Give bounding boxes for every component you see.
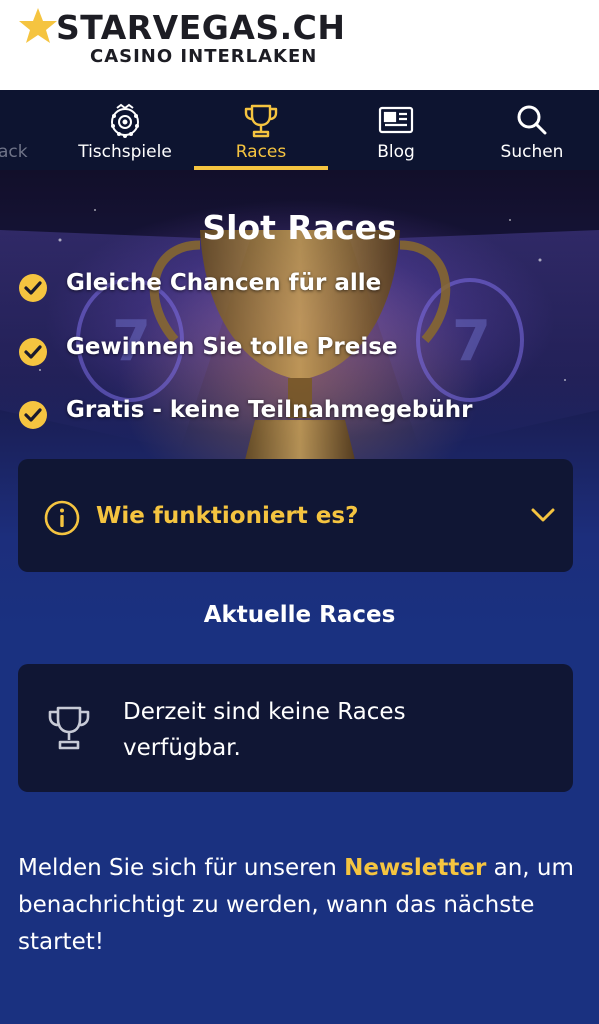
nav-item-label: Blog <box>377 142 415 162</box>
newspaper-icon <box>378 106 414 134</box>
search-icon <box>517 105 547 135</box>
current-races-title: Aktuelle Races <box>203 602 396 628</box>
checkmark-icon <box>19 274 47 302</box>
nav-item-label: Races <box>235 142 287 162</box>
brand-name: STARVEGAS.CH <box>56 8 346 47</box>
brand-subtitle: CASINO INTERLAKEN <box>90 46 318 67</box>
nav-item-races[interactable]: Races <box>194 90 328 170</box>
newsletter-text-before: Melden Sie sich für unseren <box>18 855 345 881</box>
empty-state-message: Derzeit sind keine Races verfügbar. <box>123 699 406 761</box>
feature-text: Gratis - keine Teilnahmegebühr <box>66 397 473 423</box>
feature-text: Gewinnen Sie tolle Preise <box>66 334 398 360</box>
nav-item-blog[interactable]: Blog <box>329 90 463 170</box>
top-header: STARVEGAS.CH CASINO INTERLAKEN <box>0 0 599 90</box>
hero-title: Slot Races <box>202 208 397 247</box>
no-races-card: Derzeit sind keine Races verfügbar. <box>18 664 573 792</box>
chevron-down-icon <box>531 508 555 522</box>
how-it-works-accordion[interactable]: Wie funktioniert es? <box>18 459 573 572</box>
feature-text: Gleiche Chancen für alle <box>66 270 382 296</box>
checkmark-icon <box>19 338 47 366</box>
main-navigation: Tischspiele Races Blog Suchen ack <box>0 90 599 217</box>
info-icon <box>44 500 80 536</box>
roulette-wheel-icon <box>111 103 139 138</box>
nav-item-search[interactable]: Suchen <box>465 90 599 170</box>
nav-item-label: Suchen <box>500 142 564 162</box>
newsletter-text: Melden Sie sich für unseren Newsletter a… <box>18 850 578 961</box>
nav-item-label: Tischspiele <box>78 142 172 162</box>
nav-item-partial[interactable]: ack <box>0 142 28 162</box>
accordion-label: Wie funktioniert es? <box>96 503 359 529</box>
nav-item-tischspiele[interactable]: Tischspiele <box>58 90 192 170</box>
svg-text:7: 7 <box>452 309 491 374</box>
newsletter-link[interactable]: Newsletter <box>344 855 486 881</box>
trophy-icon <box>244 104 278 138</box>
star-logo-icon <box>19 8 57 43</box>
trophy-icon <box>48 706 90 750</box>
checkmark-icon <box>19 401 47 429</box>
